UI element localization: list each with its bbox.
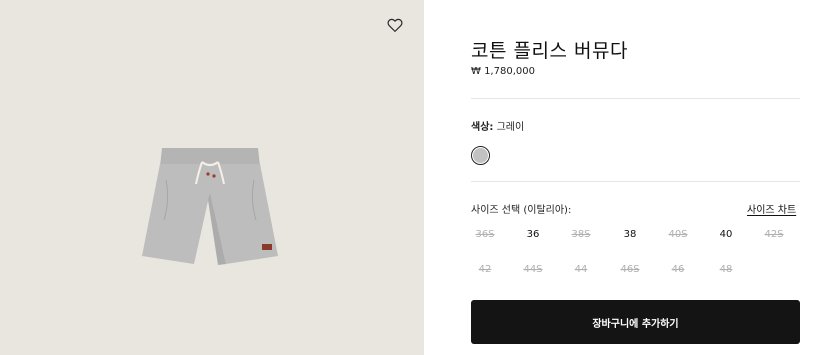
add-to-cart-button[interactable]: 장바구니에 추가하기	[471, 300, 800, 344]
color-label-key: 색상:	[471, 122, 494, 133]
color-label: 색상: 그레이	[471, 118, 524, 133]
size-select-title: 사이즈 선택 (이탈리아):	[471, 205, 572, 216]
product-page: 코튼 플리스 버뮤다 ₩ 1,780,000 색상: 그레이 사이즈 선택 (이…	[0, 0, 835, 355]
size-option[interactable]: 42S	[756, 229, 792, 240]
size-chart-link[interactable]: 사이즈 차트	[747, 201, 796, 216]
divider	[471, 181, 800, 182]
size-option[interactable]: 38	[612, 229, 648, 240]
color-swatch-fill	[473, 148, 488, 163]
product-price: ₩ 1,780,000	[471, 66, 535, 77]
product-image	[142, 148, 278, 265]
size-option[interactable]: 38S	[563, 229, 599, 240]
product-info: 코튼 플리스 버뮤다 ₩ 1,780,000 색상: 그레이 사이즈 선택 (이…	[471, 0, 801, 355]
color-swatch-grey[interactable]	[471, 146, 490, 165]
size-option[interactable]: 44S	[515, 264, 551, 275]
size-option[interactable]: 36	[515, 229, 551, 240]
size-option[interactable]: 44	[563, 264, 599, 275]
color-value: 그레이	[496, 122, 525, 133]
product-media	[0, 0, 424, 355]
size-option[interactable]: 42	[467, 264, 503, 275]
size-option[interactable]: 46	[660, 264, 696, 275]
size-option[interactable]: 48	[708, 264, 744, 275]
size-option[interactable]: 36S	[467, 229, 503, 240]
size-option[interactable]: 46S	[612, 264, 648, 275]
size-option[interactable]: 40S	[660, 229, 696, 240]
divider	[471, 98, 800, 99]
product-title: 코튼 플리스 버뮤다	[471, 40, 628, 62]
heart-icon[interactable]	[386, 16, 404, 34]
size-option[interactable]: 40	[708, 229, 744, 240]
